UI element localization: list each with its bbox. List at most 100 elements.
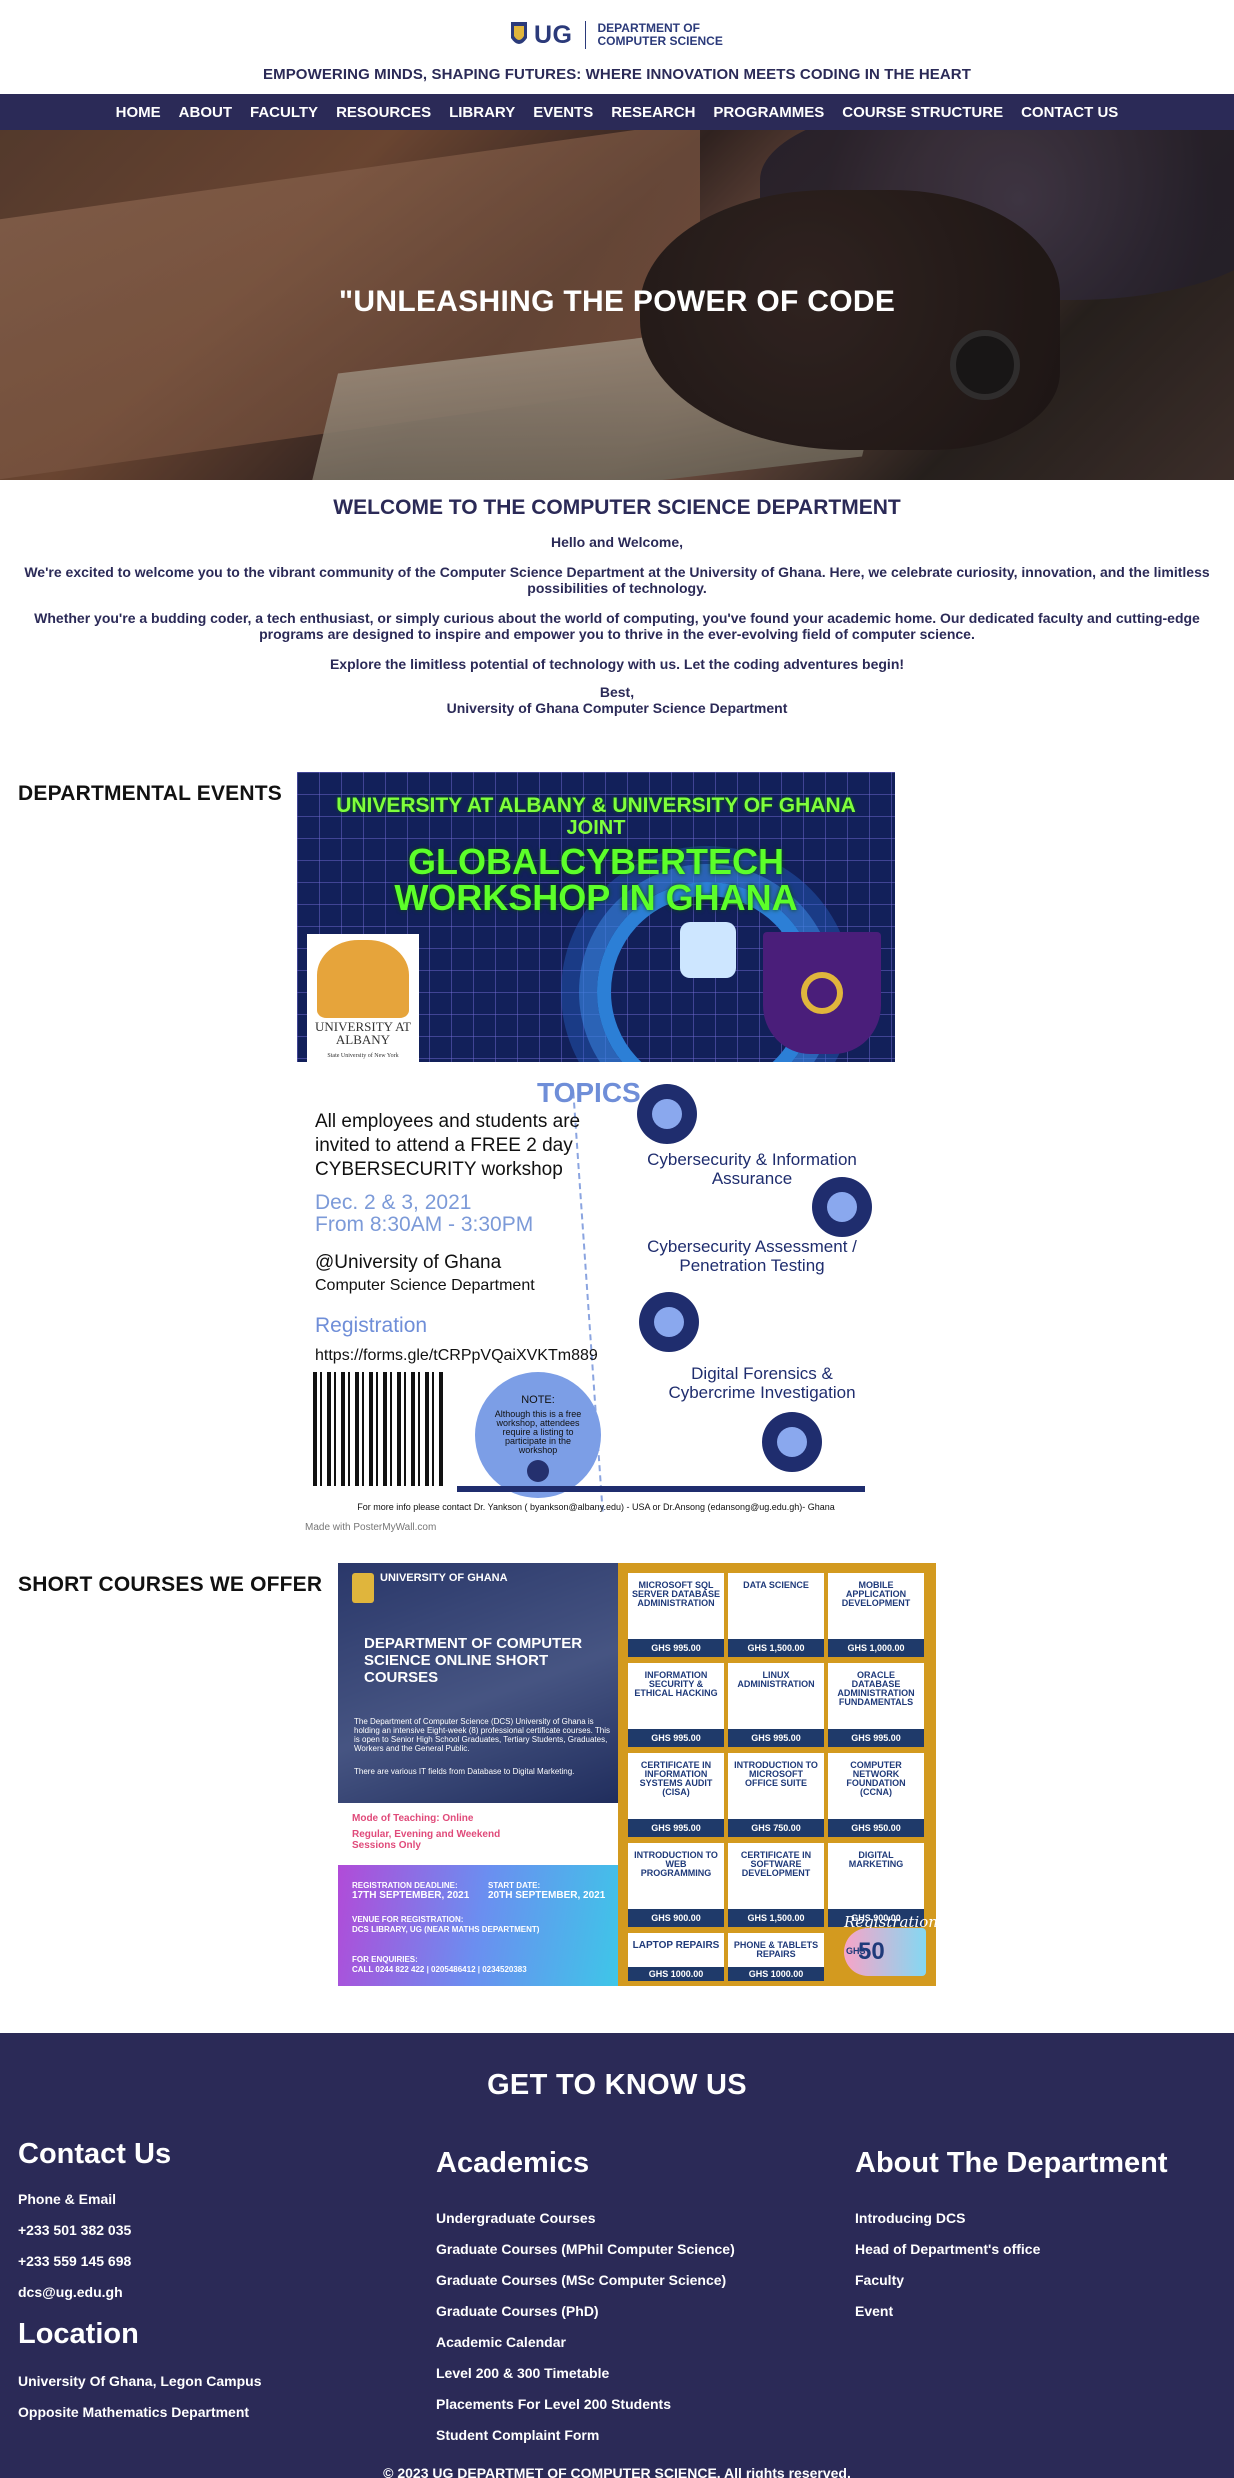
- footer-email[interactable]: dcs@ug.edu.gh: [18, 2284, 123, 2300]
- albany-logo-text: UNIVERSITY AT ALBANY State University of…: [307, 1020, 419, 1062]
- poster-date-line1: Dec. 2 & 3, 2021: [315, 1191, 472, 1214]
- events-heading: DEPARTMENTAL EVENTS: [18, 782, 282, 805]
- welcome-signature: University of Ghana Computer Science Dep…: [446, 700, 788, 716]
- poster-registration-label: Registration: [315, 1314, 428, 1337]
- courses-mode: Mode of Teaching: Online: [352, 1813, 474, 1824]
- courses-start-label: START DATE:: [488, 1881, 541, 1890]
- course-price: GHS 1000.00: [728, 1967, 824, 1981]
- courses-info-panel: UNIVERSITY OF GHANA DEPARTMENT OF COMPUT…: [338, 1563, 618, 1986]
- footer-phone-2[interactable]: +233 559 145 698: [18, 2253, 131, 2269]
- poster-registration-link: https://forms.gle/tCRPpVQaiXVKTm889: [315, 1347, 598, 1364]
- course-price: GHS 900.00: [628, 1909, 724, 1927]
- nav-resources[interactable]: RESOURCES: [327, 104, 440, 121]
- welcome-section: WELCOME TO THE COMPUTER SCIENCE DEPARTME…: [0, 496, 1234, 730]
- courses-heading: SHORT COURSES WE OFFER: [18, 1573, 323, 1596]
- courses-deadline: 17TH SEPTEMBER, 2021: [352, 1890, 470, 1901]
- poster-topic-3: Digital Forensics & Cybercrime Investiga…: [668, 1364, 856, 1402]
- courses-title: DEPARTMENT OF COMPUTER SCIENCE ONLINE SH…: [364, 1635, 583, 1686]
- footer-copyright: © 2023 UG DEPARTMET OF COMPUTER SCIENCE.…: [383, 2465, 851, 2478]
- welcome-title: WELCOME TO THE COMPUTER SCIENCE DEPARTME…: [333, 496, 901, 519]
- footer-link-event[interactable]: Event: [855, 2303, 893, 2319]
- short-courses-poster[interactable]: UNIVERSITY OF GHANA DEPARTMENT OF COMPUT…: [338, 1563, 936, 1986]
- courses-ug-name: UNIVERSITY OF GHANA: [380, 1572, 508, 1584]
- courses-description: The Department of Computer Science (DCS)…: [354, 1717, 610, 1753]
- courses-enquiries-label: FOR ENQUIRIES:: [352, 1955, 418, 1964]
- site-tagline: EMPOWERING MINDS, SHAPING FUTURES: WHERE…: [263, 66, 971, 83]
- poster-topics-label: TOPICS: [537, 1077, 641, 1108]
- course-card: DATA SCIENCE GHS 1,500.00: [728, 1573, 824, 1657]
- courses-description-2: There are various IT fields from Databas…: [354, 1767, 575, 1776]
- logo-dept-line1: DEPARTMENT OF: [597, 21, 700, 35]
- nav-events[interactable]: EVENTS: [524, 104, 602, 121]
- course-card: CERTIFICATE IN SOFTWARE DEVELOPMENT GHS 1…: [728, 1843, 824, 1927]
- poster-contact-info: For more info please contact Dr. Yankson…: [357, 1502, 835, 1512]
- footer-link-phd[interactable]: Graduate Courses (PhD): [436, 2303, 599, 2319]
- ug-crest-logo: [763, 932, 881, 1054]
- footer-link-faculty[interactable]: Faculty: [855, 2272, 904, 2288]
- footer-location-campus: University Of Ghana, Legon Campus: [18, 2373, 262, 2389]
- site-header: UG DEPARTMENT OF COMPUTER SCIENCE EMPOWE…: [0, 0, 1234, 94]
- nav-programmes[interactable]: PROGRAMMES: [704, 104, 833, 121]
- course-title: MOBILE APPLICATION DEVELOPMENT: [841, 1580, 911, 1608]
- footer-phone-email-label: Phone & Email: [18, 2191, 117, 2207]
- course-price: GHS 995.00: [728, 1729, 824, 1747]
- qr-code-icon: [313, 1372, 443, 1486]
- footer-link-introducing-dcs[interactable]: Introducing DCS: [855, 2210, 965, 2226]
- nav-course-structure[interactable]: COURSE STRUCTURE: [833, 104, 1012, 121]
- footer-link-calendar[interactable]: Academic Calendar: [436, 2334, 566, 2350]
- footer-link-timetable[interactable]: Level 200 & 300 Timetable: [436, 2365, 609, 2381]
- nav-about[interactable]: ABOUT: [170, 104, 241, 121]
- logo-dept-line2: COMPUTER SCIENCE: [597, 34, 723, 48]
- ug-logo[interactable]: UG DEPARTMENT OF COMPUTER SCIENCE: [510, 20, 723, 50]
- albany-logo: UNIVERSITY AT ALBANY State University of…: [307, 934, 419, 1062]
- poster-heading-line2: JOINT: [566, 817, 626, 839]
- footer-link-mphil[interactable]: Graduate Courses (MPhil Computer Science…: [436, 2241, 735, 2257]
- albany-name: UNIVERSITY AT ALBANY: [315, 1019, 411, 1047]
- logo-department-name: DEPARTMENT OF COMPUTER SCIENCE: [598, 22, 723, 48]
- courses-deadline-label: REGISTRATION DEADLINE:: [352, 1881, 458, 1890]
- poster-heading-line3a: GLOBALCYBERTECH: [408, 841, 784, 882]
- topic-node-1: [637, 1084, 697, 1144]
- course-card: INTRODUCTION TO MICROSOFT OFFICE SUITE GH…: [728, 1753, 824, 1837]
- course-card: MICROSOFT SQL SERVER DATABASE ADMINISTRA…: [628, 1573, 724, 1657]
- logo-divider: [584, 21, 586, 49]
- nav-home[interactable]: HOME: [107, 104, 170, 121]
- footer-about-heading: About The Department: [855, 2147, 1168, 2179]
- hero-headline: "UNLEASHING THE POWER OF CODE: [338, 285, 896, 318]
- poster-venue: @University of Ghana: [315, 1252, 502, 1273]
- footer-link-complaint-form[interactable]: Student Complaint Form: [436, 2427, 599, 2443]
- course-title: MICROSOFT SQL SERVER DATABASE ADMINISTRA…: [632, 1580, 721, 1608]
- welcome-paragraph-1: We're excited to welcome you to the vibr…: [24, 564, 1210, 596]
- poster-note-text: Although this is a free workshop, attend…: [494, 1409, 582, 1455]
- fee-amount: 50: [858, 1938, 885, 1965]
- course-title: INTRODUCTION TO WEB PROGRAMMING: [634, 1850, 718, 1878]
- event-poster[interactable]: UNIVERSITY AT ALBANY & UNIVERSITY OF GHA…: [297, 772, 895, 1538]
- courses-sessions: Regular, Evening and Weekend Sessions On…: [352, 1829, 501, 1851]
- nav-library[interactable]: LIBRARY: [440, 104, 524, 121]
- course-card: MOBILE APPLICATION DEVELOPMENT GHS 1,000.…: [828, 1573, 924, 1657]
- welcome-signoff: Best, University of Ghana Computer Scien…: [0, 684, 1234, 716]
- topic-node-4: [762, 1412, 822, 1472]
- poster-topic-1: Cybersecurity & Information Assurance: [647, 1150, 857, 1188]
- poster-heading-line3: GLOBALCYBERTECH WORKSHOP IN GHANA: [297, 844, 895, 916]
- footer-contact-heading: Contact Us: [18, 2138, 172, 2170]
- poster-note-dot: [527, 1460, 549, 1482]
- course-title: INTRODUCTION TO MICROSOFT OFFICE SUITE: [734, 1760, 818, 1788]
- poster-date-line2: From 8:30AM - 3:30PM: [315, 1213, 534, 1236]
- footer-link-hod-office[interactable]: Head of Department's office: [855, 2241, 1040, 2257]
- nav-contact-us[interactable]: CONTACT US: [1012, 104, 1127, 121]
- footer-link-undergraduate[interactable]: Undergraduate Courses: [436, 2210, 595, 2226]
- course-title: COMPUTER NETWORK FOUNDATION (CCNA): [846, 1760, 906, 1797]
- nav-faculty[interactable]: FACULTY: [241, 104, 327, 121]
- course-price: GHS 995.00: [828, 1729, 924, 1747]
- nav-research[interactable]: RESEARCH: [602, 104, 704, 121]
- main-nav: HOME ABOUT FACULTY RESOURCES LIBRARY EVE…: [0, 94, 1234, 130]
- hero-banner: "UNLEASHING THE POWER OF CODE: [0, 130, 1234, 480]
- course-card: INFORMATION SECURITY & ETHICAL HACKING GH…: [628, 1663, 724, 1747]
- footer-phone-1[interactable]: +233 501 382 035: [18, 2222, 131, 2238]
- footer-link-placements[interactable]: Placements For Level 200 Students: [436, 2396, 671, 2412]
- poster-note-title: NOTE:: [521, 1394, 555, 1406]
- courses-venue: DCS LIBRARY, UG (NEAR MATHS DEPARTMENT): [352, 1925, 540, 1934]
- course-card: COMPUTER NETWORK FOUNDATION (CCNA) GHS 95…: [828, 1753, 924, 1837]
- footer-link-msc[interactable]: Graduate Courses (MSc Computer Science): [436, 2272, 726, 2288]
